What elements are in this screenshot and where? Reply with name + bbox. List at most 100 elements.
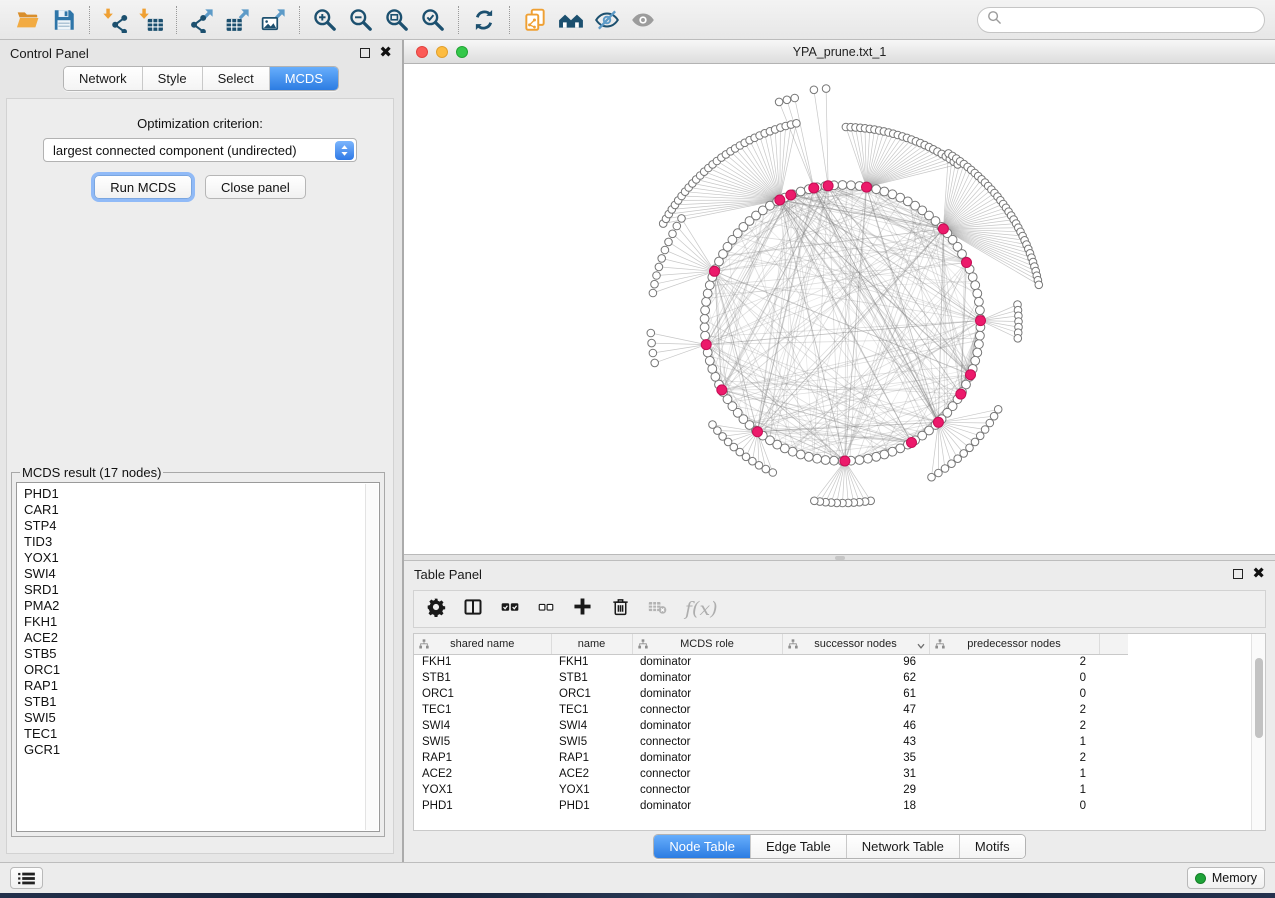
zoom-selected-button[interactable] — [415, 5, 451, 35]
search-box[interactable] — [977, 7, 1265, 33]
cell-MCDS-role[interactable]: dominator — [632, 750, 782, 766]
cell-successor-nodes[interactable]: 18 — [782, 798, 929, 814]
cell-shared-name[interactable]: RAP1 — [414, 750, 551, 766]
deselect-all-button[interactable] — [537, 598, 555, 621]
open-session-button[interactable] — [10, 5, 46, 35]
result-list-item[interactable]: ACE2 — [24, 630, 379, 646]
result-list-item[interactable]: RAP1 — [24, 678, 379, 694]
cell-MCDS-role[interactable]: dominator — [632, 654, 782, 670]
add-row-button[interactable] — [572, 596, 593, 622]
table-scrollbar[interactable] — [1251, 634, 1265, 830]
result-list-item[interactable]: GCR1 — [24, 742, 379, 758]
search-input[interactable] — [1008, 12, 1255, 27]
result-list-item[interactable]: SWI4 — [24, 566, 379, 582]
cell-name[interactable]: TEC1 — [551, 702, 632, 718]
cell-successor-nodes[interactable]: 35 — [782, 750, 929, 766]
import-table-button[interactable] — [133, 5, 169, 35]
zoom-fit-button[interactable] — [379, 5, 415, 35]
network-canvas[interactable] — [404, 64, 1275, 554]
cell-name[interactable]: SWI5 — [551, 734, 632, 750]
cell-shared-name[interactable]: STB1 — [414, 670, 551, 686]
table-row[interactable]: ACE2ACE2connector311 — [414, 766, 1128, 782]
cell-name[interactable]: YOX1 — [551, 782, 632, 798]
cell-MCDS-role[interactable]: dominator — [632, 798, 782, 814]
table-row[interactable]: RAP1RAP1dominator352 — [414, 750, 1128, 766]
cell-successor-nodes[interactable]: 46 — [782, 718, 929, 734]
table-row[interactable]: YOX1YOX1connector291 — [414, 782, 1128, 798]
result-list-item[interactable]: SRD1 — [24, 582, 379, 598]
cell-successor-nodes[interactable]: 61 — [782, 686, 929, 702]
cell-shared-name[interactable]: TEC1 — [414, 702, 551, 718]
result-list-scrollbar[interactable] — [365, 484, 378, 830]
export-network-button[interactable] — [184, 5, 220, 35]
result-list-item[interactable]: FKH1 — [24, 614, 379, 630]
cell-predecessor-nodes[interactable]: 0 — [929, 798, 1099, 814]
close-panel-icon[interactable]: ✖ — [379, 48, 392, 58]
cell-predecessor-nodes[interactable]: 0 — [929, 670, 1099, 686]
tab-style[interactable]: Style — [142, 67, 202, 90]
columns-button[interactable] — [463, 597, 483, 622]
cell-name[interactable]: STB1 — [551, 670, 632, 686]
maximize-window-icon[interactable] — [456, 46, 468, 58]
cell-name[interactable]: ORC1 — [551, 686, 632, 702]
result-list-item[interactable]: TID3 — [24, 534, 379, 550]
result-list-item[interactable]: STB5 — [24, 646, 379, 662]
zoom-in-button[interactable] — [307, 5, 343, 35]
tab-mcds[interactable]: MCDS — [269, 67, 338, 90]
table-row[interactable]: STB1STB1dominator620 — [414, 670, 1128, 686]
cell-name[interactable]: SWI4 — [551, 718, 632, 734]
cell-MCDS-role[interactable]: dominator — [632, 686, 782, 702]
gear-button[interactable] — [426, 597, 446, 622]
column-header-name[interactable]: name — [551, 634, 632, 654]
zoom-out-button[interactable] — [343, 5, 379, 35]
table-row[interactable]: TEC1TEC1connector472 — [414, 702, 1128, 718]
table-row[interactable]: PHD1PHD1dominator180 — [414, 798, 1128, 814]
first-neighbors-button[interactable] — [553, 5, 589, 35]
import-network-button[interactable] — [97, 5, 133, 35]
clone-network-button[interactable] — [517, 5, 553, 35]
cell-MCDS-role[interactable]: connector — [632, 766, 782, 782]
cell-name[interactable]: FKH1 — [551, 654, 632, 670]
criterion-select[interactable]: largest connected component (undirected) — [43, 138, 357, 162]
cell-predecessor-nodes[interactable]: 0 — [929, 686, 1099, 702]
cell-MCDS-role[interactable]: dominator — [632, 670, 782, 686]
cell-predecessor-nodes[interactable]: 1 — [929, 734, 1099, 750]
cell-shared-name[interactable]: PHD1 — [414, 798, 551, 814]
horizontal-splitter[interactable] — [404, 555, 1275, 561]
cell-shared-name[interactable]: FKH1 — [414, 654, 551, 670]
cell-successor-nodes[interactable]: 43 — [782, 734, 929, 750]
cell-MCDS-role[interactable]: dominator — [632, 718, 782, 734]
cell-MCDS-role[interactable]: connector — [632, 734, 782, 750]
splitter-grip[interactable] — [835, 556, 845, 560]
cell-predecessor-nodes[interactable]: 2 — [929, 750, 1099, 766]
cell-successor-nodes[interactable]: 29 — [782, 782, 929, 798]
cell-shared-name[interactable]: ACE2 — [414, 766, 551, 782]
cell-predecessor-nodes[interactable]: 2 — [929, 702, 1099, 718]
cell-successor-nodes[interactable]: 62 — [782, 670, 929, 686]
result-list-item[interactable]: TEC1 — [24, 726, 379, 742]
cell-predecessor-nodes[interactable]: 2 — [929, 654, 1099, 670]
run-mcds-button[interactable]: Run MCDS — [94, 175, 192, 199]
export-table-button[interactable] — [220, 5, 256, 35]
column-header-predecessor-nodes[interactable]: predecessor nodes — [929, 634, 1099, 654]
cell-shared-name[interactable]: YOX1 — [414, 782, 551, 798]
hide-selected-button[interactable] — [589, 5, 625, 35]
refresh-view-button[interactable] — [466, 5, 502, 35]
cell-shared-name[interactable]: ORC1 — [414, 686, 551, 702]
float-table-panel-icon[interactable] — [1233, 569, 1243, 579]
mcds-result-list[interactable]: PHD1CAR1STP4TID3YOX1SWI4SRD1PMA2FKH1ACE2… — [16, 482, 380, 832]
sort-menu-icon[interactable] — [917, 640, 925, 652]
save-session-button[interactable] — [46, 5, 82, 35]
table-row[interactable]: FKH1FKH1dominator962 — [414, 654, 1128, 670]
column-header-MCDS-role[interactable]: MCDS role — [632, 634, 782, 654]
cell-MCDS-role[interactable]: connector — [632, 782, 782, 798]
tab-motifs[interactable]: Motifs — [959, 835, 1025, 858]
cell-predecessor-nodes[interactable]: 2 — [929, 718, 1099, 734]
close-panel-button[interactable]: Close panel — [205, 175, 306, 199]
result-list-item[interactable]: STP4 — [24, 518, 379, 534]
network-graph[interactable] — [404, 64, 1275, 554]
tab-network[interactable]: Network — [64, 67, 142, 90]
cell-successor-nodes[interactable]: 31 — [782, 766, 929, 782]
cell-shared-name[interactable]: SWI4 — [414, 718, 551, 734]
close-window-icon[interactable] — [416, 46, 428, 58]
